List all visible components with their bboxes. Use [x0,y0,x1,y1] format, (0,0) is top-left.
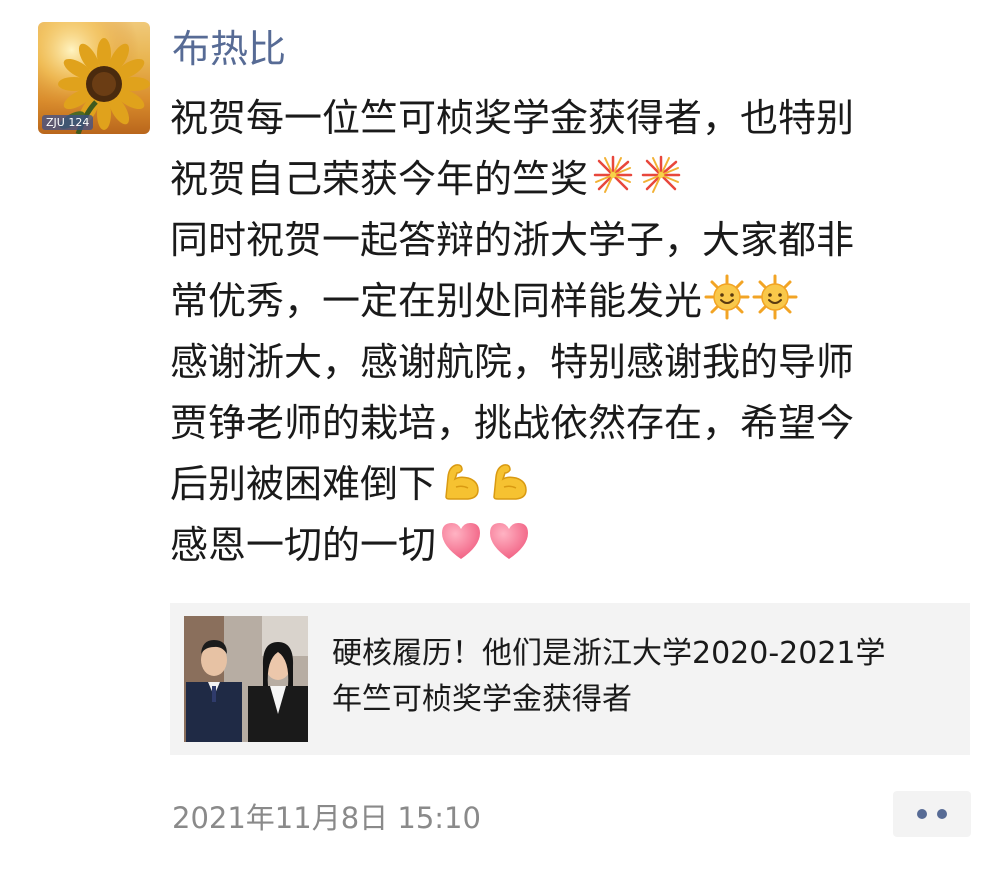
article-title-line-1: 硬核履历！他们是浙江大学2020-2021学 [332,636,886,671]
post-content: 祝贺每一位竺可桢奖学金获得者，也特别 祝贺自己荣获今年的竺奖 同时祝贺一起答辩的… [170,88,970,576]
username[interactable]: 布热比 [172,24,286,74]
post-timestamp: 2021年11月8日 15:10 [172,801,481,835]
sun-icon [704,274,750,320]
fireworks-icon [593,155,633,193]
content-line-4: 常优秀，一定在别处同样能发光 [170,271,970,332]
more-dots-icon [917,809,927,819]
content-line-1: 祝贺每一位竺可桢奖学金获得者，也特别 [170,96,855,140]
more-dots-icon [937,809,947,819]
more-options-button[interactable] [893,791,971,837]
two-students-photo [184,616,308,742]
shared-article-card[interactable]: 硬核履历！他们是浙江大学2020-2021学 年竺可桢奖学金获得者 [170,603,970,755]
fireworks-icon [641,155,681,193]
content-line-8: 感恩一切的一切 [170,515,970,576]
sun-icon [752,274,798,320]
flexed-biceps-icon [445,464,479,500]
content-line-6: 贾铮老师的栽培，挑战依然存在，希望今 [170,401,855,445]
content-line-2: 祝贺自己荣获今年的竺奖 [170,149,970,210]
article-title-line-2: 年竺可桢奖学金获得者 [332,682,632,717]
heart-icon [442,523,481,559]
avatar[interactable]: ZJU 124 [38,22,150,134]
content-line-3: 同时祝贺一起答辩的浙大学子，大家都非 [170,218,855,262]
heart-icon [490,523,529,559]
content-line-5: 感谢浙大，感谢航院，特别感谢我的导师 [170,340,855,384]
moments-post: ZJU 124 布热比 祝贺每一位竺可桢奖学金获得者，也特别 祝贺自己荣获今年的… [0,0,1000,892]
article-title[interactable]: 硬核履历！他们是浙江大学2020-2021学 年竺可桢奖学金获得者 [332,631,952,723]
avatar-badge: ZJU 124 [42,115,94,130]
content-line-7: 后别被困难倒下 [170,454,970,515]
flexed-biceps-icon [493,464,527,500]
article-thumbnail [184,616,308,742]
